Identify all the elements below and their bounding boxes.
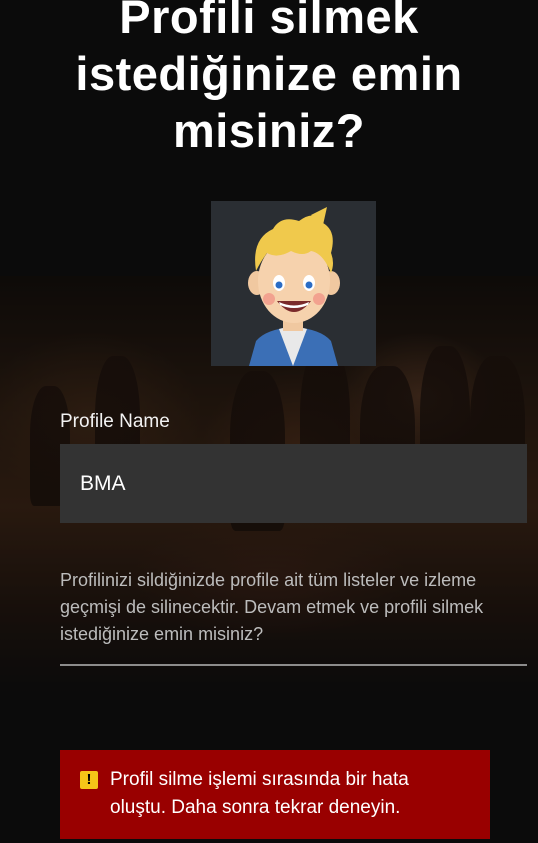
profile-name-label: Profile Name (60, 411, 170, 432)
profile-avatar (211, 201, 376, 366)
error-message: Profil silme işlemi sırasında bir hata o… (110, 769, 409, 818)
delete-warning-text: Profilinizi sildiğinizde profile ait tüm… (60, 570, 484, 644)
divider (60, 664, 527, 666)
profile-name-input[interactable] (60, 444, 527, 523)
error-banner: ! Profil silme işlemi sırasında bir hata… (60, 750, 490, 839)
warning-icon: ! (80, 771, 98, 789)
page-title: Profili silmek istediğinize emin misiniz… (75, 0, 463, 157)
kid-avatar-icon (248, 207, 340, 366)
